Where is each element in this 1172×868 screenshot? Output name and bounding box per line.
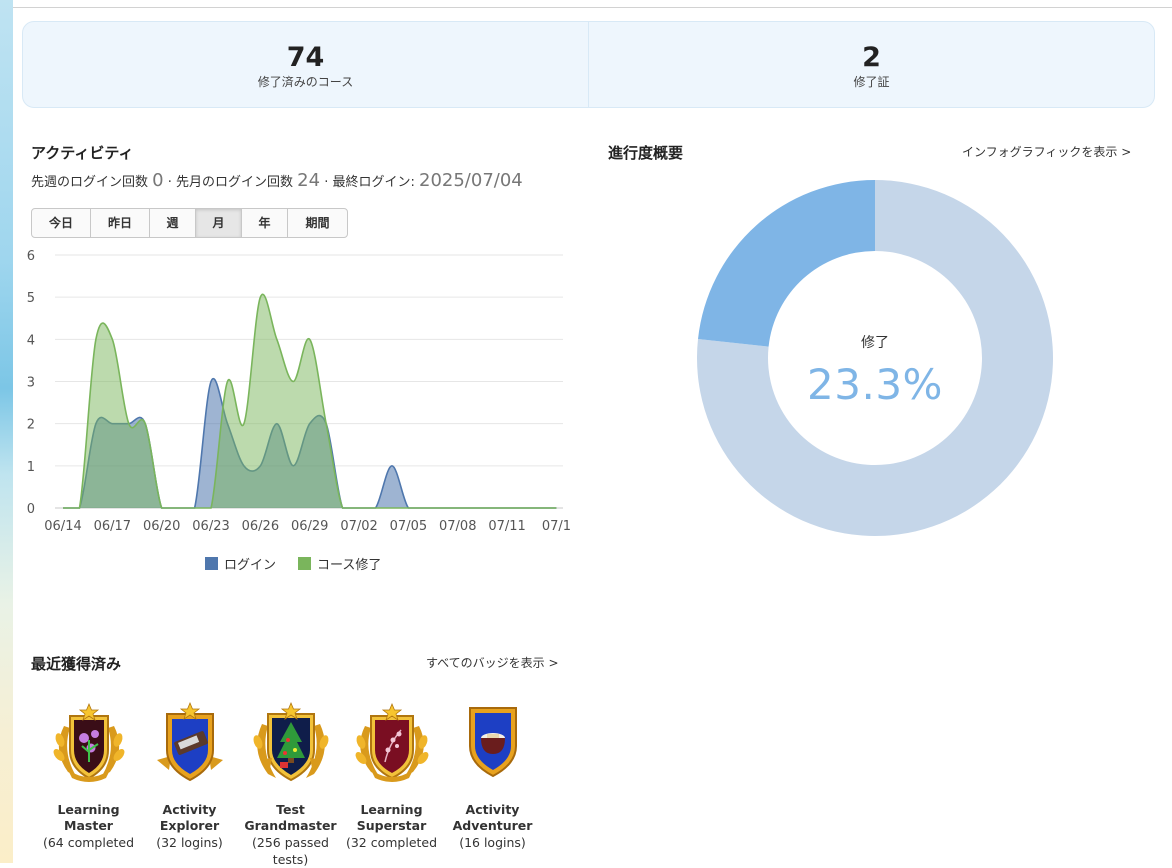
stat-certificates: 2 修了証	[588, 22, 1154, 107]
range-week-button[interactable]: 週	[150, 209, 196, 237]
badge-item[interactable]: Activity Adventurer (16 logins)	[442, 700, 543, 868]
badge-item[interactable]: Test Grandmaster (256 passed tests)	[240, 700, 341, 868]
bowl-shield-badge-icon	[468, 707, 517, 778]
badge-description: (32 logins)	[156, 835, 223, 850]
legend-label: ログイン	[224, 558, 277, 573]
series-area	[63, 294, 557, 508]
last-login-label: · 最終ログイン:	[324, 175, 415, 190]
christmas-tree-laurel-badge-icon	[253, 701, 328, 782]
range-period-button[interactable]: 期間	[288, 209, 347, 237]
badge-item[interactable]: Learning Master (64 completed	[38, 700, 139, 868]
x-tick-label: 07/02	[340, 519, 377, 534]
chart-y-axis: 6 5 4 3 2 1 0	[27, 249, 35, 517]
infographic-link[interactable]: インフォグラフィックを表示 >	[962, 143, 1131, 160]
donut-center-label: 修了	[861, 335, 889, 351]
range-month-button[interactable]: 月	[196, 209, 242, 237]
last-week-value: 0	[152, 170, 164, 191]
x-tick-label: 06/23	[192, 519, 229, 534]
badge-description: (16 logins)	[459, 835, 526, 850]
y-tick-label: 2	[27, 418, 35, 433]
badge-item[interactable]: Activity Explorer (32 logins)	[139, 700, 240, 868]
top-divider	[13, 7, 1172, 8]
badge-name: Learning Master	[57, 802, 120, 833]
chart-legend: ログイン コース修了	[205, 554, 381, 573]
chocolate-shield-badge-icon	[156, 701, 223, 782]
activity-title: アクティビティ	[31, 144, 134, 162]
badge-list: Learning Master (64 completed Activity E…	[38, 700, 543, 868]
y-tick-label: 6	[27, 249, 35, 264]
chart-x-axis: 06/14 06/17 06/20 06/23 06/26 06/29 07/02 07/05…	[44, 519, 570, 534]
progress-title: 進行度概要	[608, 144, 684, 162]
flower-laurel-badge-icon	[53, 702, 124, 782]
badge-description: (64 completed	[42, 835, 135, 850]
badge-name: Learning Superstar	[356, 802, 427, 833]
y-tick-label: 1	[27, 460, 35, 475]
login-summary: 先週のログイン回数 0 · 先月のログイン回数 24 · 最終ログイン: 202…	[31, 170, 523, 191]
stat-completed-courses: 74 修了済みのコース	[23, 22, 588, 107]
x-tick-label: 07/1	[542, 519, 570, 534]
y-tick-label: 4	[27, 333, 35, 348]
range-year-button[interactable]: 年	[242, 209, 288, 237]
x-tick-label: 07/08	[439, 519, 476, 534]
badge-name: Activity Adventurer	[452, 802, 533, 833]
x-tick-label: 06/26	[242, 519, 279, 534]
badge-name: Test Grandmaster	[244, 802, 337, 833]
legend-swatch	[298, 557, 312, 570]
x-tick-label: 06/20	[143, 519, 180, 534]
badge-description: (32 completed	[345, 835, 438, 850]
x-tick-label: 06/17	[94, 519, 131, 534]
badges-title: 最近獲得済み	[31, 655, 122, 673]
y-tick-label: 5	[27, 291, 35, 306]
last-login-value: 2025/07/04	[419, 170, 523, 191]
stats-panel: 74 修了済みのコース 2 修了証	[22, 21, 1155, 108]
badge-item[interactable]: Learning Superstar (32 completed	[341, 700, 442, 868]
last-month-value: 24	[297, 170, 321, 191]
y-tick-label: 0	[27, 502, 35, 517]
stat-value: 2	[862, 42, 881, 73]
x-tick-label: 07/05	[390, 519, 427, 534]
blossom-laurel-badge-icon	[355, 702, 428, 782]
x-tick-label: 06/14	[44, 519, 81, 534]
range-today-button[interactable]: 今日	[32, 209, 91, 237]
x-tick-label: 07/11	[488, 519, 525, 534]
donut-center-value: 23.3%	[807, 360, 943, 409]
x-tick-label: 06/29	[291, 519, 328, 534]
activity-chart: 6 5 4 3 2 1 0 06/14 06/17 06/20 06/23 06/26 06/29 07…	[27, 249, 570, 534]
progress-donut-chart	[697, 180, 1053, 536]
legend-item-course-completion[interactable]: コース修了	[298, 554, 381, 573]
range-selector: 今日 昨日 週 月 年 期間	[31, 208, 348, 238]
legend-swatch	[205, 557, 218, 570]
stat-label: 修了済みのコース	[257, 75, 354, 89]
legend-label: コース修了	[317, 558, 382, 573]
all-badges-link[interactable]: すべてのバッジを表示 >	[426, 654, 559, 671]
badge-name: Activity Explorer	[159, 802, 220, 833]
chart-series	[63, 293, 557, 509]
y-tick-label: 3	[27, 376, 35, 391]
legend-item-login[interactable]: ログイン	[205, 554, 276, 573]
range-yesterday-button[interactable]: 昨日	[91, 209, 150, 237]
last-month-label: · 先月のログイン回数	[167, 175, 294, 190]
background-edge	[0, 0, 13, 863]
donut-completed-segment	[698, 180, 875, 347]
stat-value: 74	[286, 42, 325, 73]
last-week-label: 先週のログイン回数	[31, 175, 149, 190]
stat-label: 修了証	[853, 75, 890, 89]
